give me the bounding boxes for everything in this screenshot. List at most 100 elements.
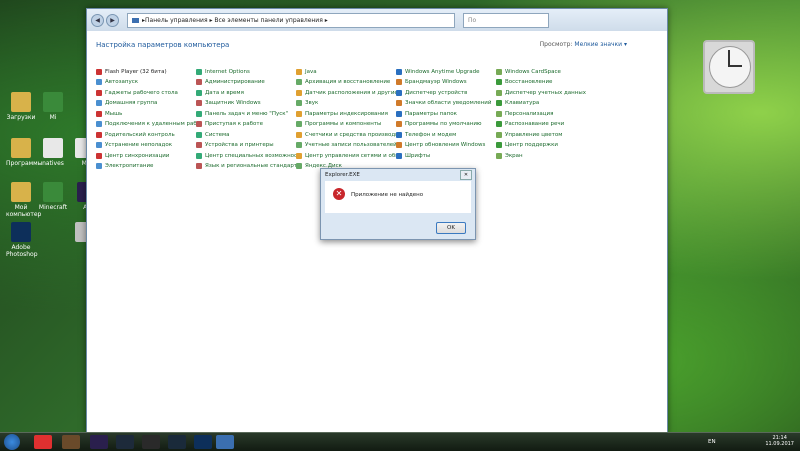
taskbar-app-icon[interactable]: [90, 435, 108, 449]
control-panel-item[interactable]: Параметры индексирования: [296, 109, 396, 118]
desktop-icon-image: [11, 222, 31, 242]
search-input[interactable]: По: [463, 12, 549, 28]
control-panel-item[interactable]: Центр поддержки: [496, 141, 596, 150]
control-panel-item[interactable]: Устройства и принтеры: [196, 141, 296, 150]
control-panel-item[interactable]: Учетные записи пользователей: [296, 141, 396, 150]
close-icon[interactable]: ✕: [460, 170, 472, 180]
control-panel-item[interactable]: Windows Anytime Upgrade: [396, 67, 496, 76]
control-panel-item[interactable]: Параметры папок: [396, 109, 496, 118]
breadcrumb-control-panel[interactable]: Панель управления: [145, 14, 208, 27]
control-panel-item[interactable]: Восстановление: [496, 78, 596, 87]
address-bar[interactable]: ▸ Панель управления ▸ Все элементы панел…: [127, 12, 455, 28]
desktop-icon[interactable]: Adobe Photoshop: [6, 222, 38, 258]
control-panel-item[interactable]: Подключения к удаленным рабоч...: [96, 120, 196, 129]
desktop-icon[interactable]: Minecraft: [38, 182, 68, 211]
control-panel-item[interactable]: Диспетчер устройств: [396, 88, 496, 97]
control-panel-item[interactable]: Internet Options: [196, 67, 296, 76]
desktop-icon[interactable]: Мой компьютер: [6, 182, 42, 218]
control-panel-item-icon: [496, 68, 502, 75]
control-panel-item-label: Экран: [505, 152, 523, 159]
control-panel-item[interactable]: Управление цветом: [496, 130, 596, 139]
taskbar-app-icon[interactable]: [168, 435, 186, 449]
control-panel-item[interactable]: Электропитание: [96, 162, 196, 171]
breadcrumb-all-items[interactable]: Все элементы панели управления: [214, 14, 322, 27]
control-panel-item[interactable]: Программы по умолчанию: [396, 120, 496, 129]
ok-button[interactable]: OK: [436, 222, 466, 234]
control-panel-item[interactable]: Java: [296, 67, 396, 76]
control-panel-item[interactable]: Панель задач и меню "Пуск": [196, 109, 296, 118]
control-panel-item[interactable]: Система: [196, 130, 296, 139]
desktop-icon[interactable]: natives: [38, 138, 68, 167]
desktop-icon[interactable]: Загрузки: [6, 92, 36, 121]
control-panel-item-icon: [296, 100, 302, 106]
language-indicator[interactable]: EN: [708, 439, 716, 445]
control-panel-item-label: Дата и время: [205, 89, 244, 96]
control-panel-item[interactable]: Приступая к работе: [196, 120, 296, 129]
control-panel-item[interactable]: Flash Player (32 бита): [96, 67, 196, 76]
control-panel-item[interactable]: Телефон и модем: [396, 130, 496, 139]
taskbar-app-icon[interactable]: [216, 435, 234, 449]
view-value[interactable]: Мелкие значки ▾: [574, 41, 627, 48]
control-panel-item[interactable]: Распознавание речи: [496, 120, 596, 129]
control-panel-item[interactable]: Программы и компоненты: [296, 120, 396, 129]
taskbar-app-icon[interactable]: [62, 435, 80, 449]
clock-hand: [728, 65, 742, 67]
desktop-icon-image: [43, 182, 63, 202]
control-panel-item[interactable]: Центр синхронизации: [96, 151, 196, 160]
control-panel-item[interactable]: Персонализация: [496, 109, 596, 118]
taskbar-app-icon[interactable]: [116, 435, 134, 449]
tray-clock[interactable]: 21:14 11.09.2017: [765, 435, 794, 447]
control-panel-item[interactable]: Датчик расположения и другие дат...: [296, 88, 396, 97]
control-panel-item-icon: [96, 79, 102, 85]
desktop-icon[interactable]: Программы: [6, 138, 42, 167]
control-panel-item-icon: [496, 110, 502, 117]
clock-gadget[interactable]: [703, 40, 755, 94]
error-icon: ✕: [333, 188, 345, 200]
control-panel-item[interactable]: Домашняя группа: [96, 99, 196, 108]
control-panel-item[interactable]: Значки области уведомлений: [396, 99, 496, 108]
control-panel-item-icon: [296, 89, 302, 96]
control-panel-item-icon: [296, 68, 302, 75]
view-selector[interactable]: Просмотр: Мелкие значки ▾: [540, 41, 627, 48]
control-panel-item[interactable]: Брандмауэр Windows: [396, 78, 496, 87]
control-panel-item-icon: [296, 142, 302, 148]
start-button[interactable]: [4, 434, 20, 450]
control-panel-item[interactable]: Мышь: [96, 109, 196, 118]
control-panel-item[interactable]: Дата и время: [196, 88, 296, 97]
control-panel-item[interactable]: Центр управления сетями и общи...: [296, 151, 396, 160]
taskbar-app-icon[interactable]: [194, 435, 212, 449]
control-panel-item-label: Диспетчер учетных данных: [505, 89, 586, 96]
desktop-icon-label: Mi: [49, 114, 57, 121]
control-panel-item-icon: [96, 110, 102, 117]
control-panel-item[interactable]: Автозапуск: [96, 78, 196, 87]
control-panel-item[interactable]: Архивация и восстановление: [296, 78, 396, 87]
control-panel-item[interactable]: Администрирование: [196, 78, 296, 87]
taskbar-app-icon[interactable]: [142, 435, 160, 449]
control-panel-item[interactable]: Диспетчер учетных данных: [496, 88, 596, 97]
content-header: Настройка параметров компьютера Просмотр…: [87, 31, 667, 63]
desktop-icon[interactable]: Mi: [38, 92, 68, 121]
control-panel-item[interactable]: Язык и региональные стандарты: [196, 162, 296, 171]
control-panel-item-icon: [96, 121, 102, 127]
control-panel-item[interactable]: Звук: [296, 99, 396, 108]
control-panel-item-icon: [196, 152, 202, 159]
control-panel-item-label: Windows CardSpace: [505, 68, 561, 75]
desktop-icon-label: Мой компьютер: [6, 204, 42, 218]
control-panel-item-icon: [96, 142, 102, 148]
control-panel-item[interactable]: Устранение неполадок: [96, 141, 196, 150]
taskbar-app-icon[interactable]: [34, 435, 52, 449]
forward-icon[interactable]: ▶: [106, 13, 119, 27]
control-panel-item[interactable]: Центр обновления Windows: [396, 141, 496, 150]
navigation-bar: ◀ ▶ ▸ Панель управления ▸ Все элементы п…: [87, 9, 667, 31]
control-panel-item[interactable]: Гаджеты рабочего стола: [96, 88, 196, 97]
back-icon[interactable]: ◀: [91, 13, 104, 27]
control-panel-item[interactable]: Экран: [496, 151, 596, 160]
control-panel-item-icon: [196, 110, 202, 117]
control-panel-item[interactable]: Центр специальных возможностей: [196, 151, 296, 160]
control-panel-item[interactable]: Клавиатура: [496, 99, 596, 108]
control-panel-item[interactable]: Счетчики и средства производител...: [296, 130, 396, 139]
control-panel-item[interactable]: Windows CardSpace: [496, 67, 596, 76]
control-panel-item[interactable]: Шрифты: [396, 151, 496, 160]
control-panel-item[interactable]: Защитник Windows: [196, 99, 296, 108]
control-panel-item[interactable]: Родительский контроль: [96, 130, 196, 139]
